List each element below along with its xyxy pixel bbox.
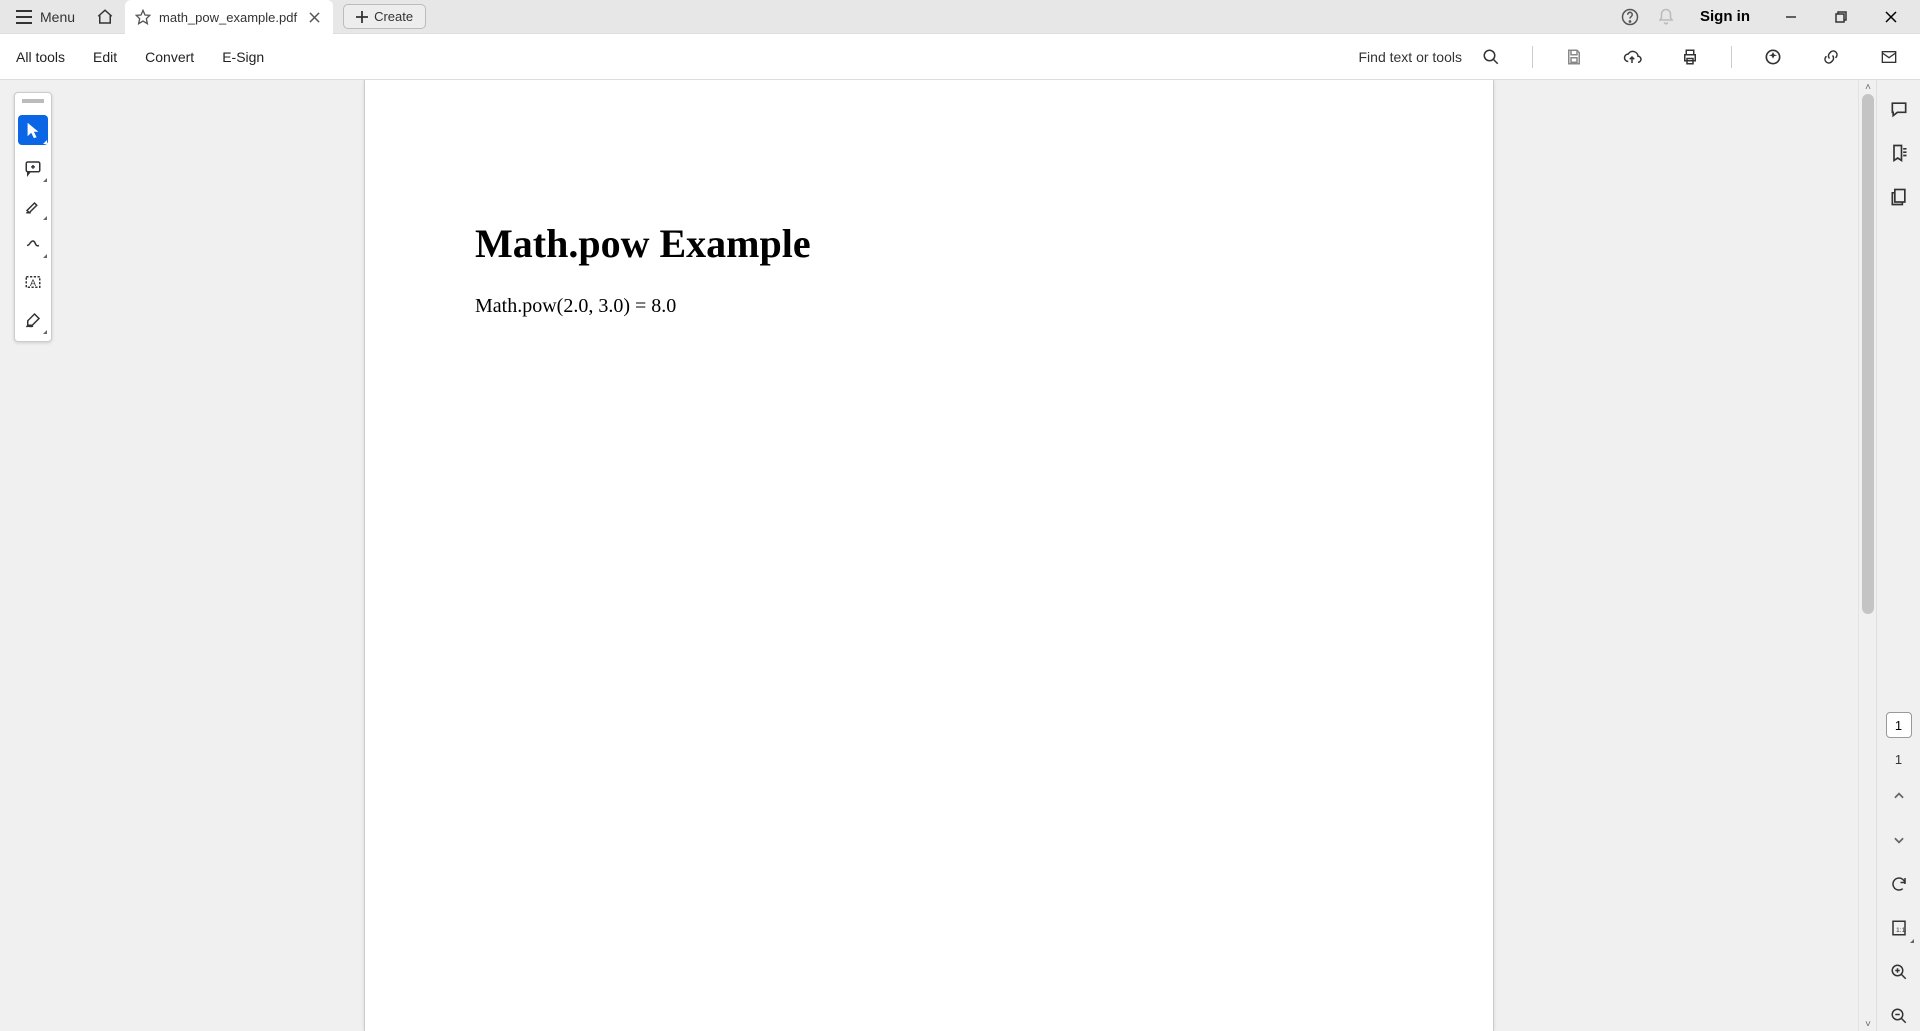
workspace: A Math.pow Example Math.pow(2.0, 3.0) = … bbox=[0, 80, 1920, 1031]
convert-menu[interactable]: Convert bbox=[143, 45, 196, 69]
mail-icon bbox=[1879, 49, 1899, 65]
right-quick-panel: 1 1 1:1 bbox=[1876, 80, 1920, 1031]
bookmarks-panel-button[interactable] bbox=[1884, 138, 1914, 168]
document-body-text: Math.pow(2.0, 3.0) = 8.0 bbox=[475, 295, 1383, 318]
current-page-value: 1 bbox=[1895, 718, 1902, 733]
title-bar: Menu math_pow_example.pdf Create bbox=[0, 0, 1920, 34]
previous-page-button[interactable] bbox=[1884, 781, 1914, 811]
page-display-button[interactable]: 1:1 bbox=[1884, 913, 1914, 943]
window-maximize-button[interactable] bbox=[1818, 0, 1864, 34]
help-icon bbox=[1621, 8, 1639, 26]
notifications-button[interactable] bbox=[1650, 3, 1682, 31]
all-tools-menu[interactable]: All tools bbox=[14, 45, 67, 69]
share-email-button[interactable] bbox=[1872, 40, 1906, 74]
home-button[interactable] bbox=[89, 3, 121, 31]
minimize-icon bbox=[1785, 11, 1797, 23]
chevron-up-icon bbox=[1892, 789, 1906, 803]
window-minimize-button[interactable] bbox=[1768, 0, 1814, 34]
link-icon bbox=[1821, 48, 1841, 66]
find-label: Find text or tools bbox=[1359, 49, 1463, 65]
close-icon bbox=[309, 12, 320, 23]
separator bbox=[1731, 46, 1732, 68]
sparkle-icon bbox=[1763, 47, 1783, 67]
total-pages: 1 bbox=[1895, 752, 1902, 767]
home-icon bbox=[96, 8, 114, 26]
menu-label: Menu bbox=[40, 9, 75, 25]
save-button[interactable] bbox=[1557, 40, 1591, 74]
document-heading: Math.pow Example bbox=[475, 220, 1383, 267]
esign-menu[interactable]: E-Sign bbox=[220, 45, 266, 69]
hamburger-icon bbox=[16, 10, 32, 24]
create-button[interactable]: Create bbox=[343, 4, 426, 29]
close-icon bbox=[1885, 11, 1897, 23]
chevron-up-icon: ˄ bbox=[1865, 82, 1871, 93]
print-button[interactable] bbox=[1673, 40, 1707, 74]
tab-close-button[interactable] bbox=[305, 8, 323, 26]
document-viewport[interactable]: Math.pow Example Math.pow(2.0, 3.0) = 8.… bbox=[0, 80, 1858, 1031]
help-button[interactable] bbox=[1614, 3, 1646, 31]
zoom-out-icon bbox=[1890, 1007, 1908, 1025]
zoom-in-button[interactable] bbox=[1884, 957, 1914, 987]
ai-assistant-button[interactable] bbox=[1756, 40, 1790, 74]
scroll-thumb[interactable] bbox=[1862, 94, 1874, 614]
document-tab[interactable]: math_pow_example.pdf bbox=[125, 0, 333, 34]
edit-menu[interactable]: Edit bbox=[91, 45, 119, 69]
create-label: Create bbox=[374, 9, 413, 24]
zoom-in-icon bbox=[1890, 963, 1908, 981]
scroll-down-button[interactable]: ˅ bbox=[1859, 1017, 1877, 1031]
speech-bubble-icon bbox=[1889, 99, 1909, 119]
scroll-up-button[interactable]: ˄ bbox=[1859, 80, 1877, 94]
upload-button[interactable] bbox=[1615, 40, 1649, 74]
tab-title: math_pow_example.pdf bbox=[159, 10, 297, 25]
zoom-out-button[interactable] bbox=[1884, 1001, 1914, 1031]
pdf-page: Math.pow Example Math.pow(2.0, 3.0) = 8.… bbox=[364, 80, 1494, 1031]
chevron-down-icon bbox=[1892, 833, 1906, 847]
bell-icon bbox=[1657, 8, 1675, 26]
rotate-button[interactable] bbox=[1884, 869, 1914, 899]
menu-button[interactable]: Menu bbox=[6, 5, 85, 29]
maximize-icon bbox=[1835, 11, 1847, 23]
sign-in-button[interactable]: Sign in bbox=[1686, 8, 1764, 25]
plus-icon bbox=[356, 11, 368, 23]
rotate-icon bbox=[1890, 875, 1908, 893]
thumbnails-panel-button[interactable] bbox=[1884, 182, 1914, 212]
share-link-button[interactable] bbox=[1814, 40, 1848, 74]
vertical-scrollbar[interactable]: ˄ ˅ bbox=[1858, 80, 1876, 1031]
save-icon bbox=[1565, 48, 1583, 66]
search-icon bbox=[1482, 48, 1500, 66]
find-button[interactable] bbox=[1474, 40, 1508, 74]
print-icon bbox=[1680, 48, 1700, 66]
star-icon[interactable] bbox=[135, 9, 151, 25]
cloud-upload-icon bbox=[1622, 48, 1642, 66]
current-page-input[interactable]: 1 bbox=[1886, 712, 1912, 738]
dropdown-corner-icon bbox=[1910, 939, 1914, 943]
svg-text:1:1: 1:1 bbox=[1896, 927, 1906, 934]
main-toolbar: All tools Edit Convert E-Sign Find text … bbox=[0, 34, 1920, 80]
page-display-icon: 1:1 bbox=[1890, 919, 1908, 937]
pages-icon bbox=[1889, 187, 1909, 207]
bookmark-icon bbox=[1889, 143, 1909, 163]
next-page-button[interactable] bbox=[1884, 825, 1914, 855]
separator bbox=[1532, 46, 1533, 68]
sign-in-label: Sign in bbox=[1700, 8, 1750, 25]
window-close-button[interactable] bbox=[1868, 0, 1914, 34]
chevron-down-icon: ˅ bbox=[1865, 1019, 1871, 1030]
comments-panel-button[interactable] bbox=[1884, 94, 1914, 124]
